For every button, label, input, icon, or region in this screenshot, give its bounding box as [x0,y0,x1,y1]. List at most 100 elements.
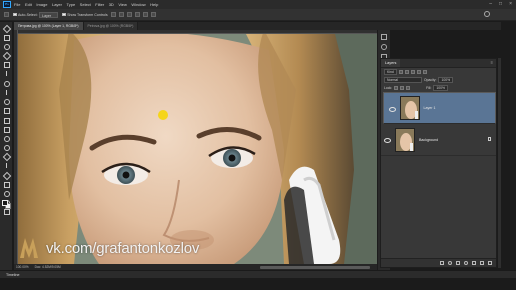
align-bottom-icon[interactable] [150,12,156,17]
path-select-icon[interactable] [3,171,10,178]
layers-panel-tabs: Layers [381,59,496,68]
filter-adjust-icon[interactable] [404,70,409,74]
move-tool-icon[interactable] [3,24,10,31]
visibility-eye-icon[interactable] [388,106,396,112]
kind-filter-dropdown[interactable]: Kind [384,69,397,75]
auto-select-option[interactable]: Auto-Select: Layer [13,11,59,18]
lock-row: Lock: Fill: 100% [381,84,496,92]
dodge-tool-icon[interactable] [3,144,10,152]
filter-smart-icon[interactable] [422,70,427,74]
color-panel-icon[interactable] [381,44,387,50]
menu-select[interactable]: Select [80,0,91,9]
pen-tool-icon[interactable] [3,153,10,160]
fill-label: Fill: [426,86,432,90]
panel-scrollbar[interactable] [498,58,501,268]
transform-checkbox[interactable] [62,12,66,17]
align-center-icon[interactable] [118,12,124,17]
foreground-color-swatch[interactable] [2,200,8,206]
minimize-icon[interactable]: – [489,1,492,8]
rectangle-tool-icon[interactable] [3,180,10,188]
hand-tool-icon[interactable] [3,190,10,198]
menu-layer[interactable]: Layer [52,0,62,9]
filter-type-icon[interactable] [410,70,415,74]
watermark: vk.com/grafantonkozlov [18,236,199,260]
visibility-eye-icon[interactable] [383,137,391,143]
filter-pixel-icon[interactable] [398,70,403,74]
type-tool-icon[interactable] [3,162,10,169]
tab-petrova-layer1[interactable]: Петрова.jpg @ 100% (Layer 1, RGB/8*) [14,22,84,30]
layer-row-background[interactable]: Background [381,124,496,156]
menu-3d[interactable]: 3D [109,0,114,9]
menu-image[interactable]: Image [36,0,47,9]
vertical-ruler[interactable] [14,30,18,264]
move-tool-icon[interactable] [4,12,9,17]
healing-brush-icon[interactable] [3,79,10,87]
menu-edit[interactable]: Edit [25,0,32,9]
eyedropper-tool-icon[interactable] [3,70,10,77]
brush-tool-icon[interactable] [3,89,10,96]
fx-icon[interactable] [448,261,452,265]
portrait-photo [14,30,377,264]
quick-select-tool-icon[interactable] [3,52,10,59]
layer-name[interactable]: Background [419,138,438,142]
lock-pixels-icon[interactable] [394,86,399,90]
auto-select-checkbox[interactable] [13,12,17,17]
app-logo: Ps [3,1,11,8]
move-tool-option [4,12,9,17]
layer-name[interactable]: Layer 1 [424,105,436,111]
clone-stamp-icon[interactable] [3,98,10,106]
layer-thumbnail [399,96,420,120]
align-right-icon[interactable] [126,12,132,17]
lock-icon [488,137,491,141]
layer-filter-row: Kind [381,68,496,76]
lock-position-icon[interactable] [400,86,405,90]
eraser-tool-icon[interactable] [3,116,10,124]
lasso-tool-icon[interactable] [3,43,10,51]
blend-row: Normal Opacity: 100% [381,76,496,84]
new-group-icon[interactable] [472,261,476,265]
transform-option[interactable]: Show Transform Controls [62,13,108,17]
layer-thumbnail [395,127,415,152]
link-layers-icon[interactable] [440,261,444,265]
new-layer-icon[interactable] [480,261,484,265]
delete-layer-icon[interactable] [488,261,492,265]
menu-view[interactable]: View [118,0,127,9]
opacity-field[interactable]: 100% [438,77,454,83]
auto-select-label: Auto-Select: [18,12,38,17]
gradient-tool-icon[interactable] [3,125,10,133]
add-mask-icon[interactable] [456,261,460,265]
tab-layers[interactable]: Layers [381,59,401,67]
close-icon[interactable]: × [509,1,512,8]
align-middle-icon[interactable] [142,12,148,17]
document-canvas[interactable] [14,30,377,264]
menu-help[interactable]: Help [150,0,158,9]
history-brush-icon[interactable] [3,107,10,115]
layers-footer [381,258,496,267]
maximize-icon[interactable]: □ [499,1,502,8]
opacity-label: Opacity: [424,78,437,82]
blend-mode-dropdown[interactable]: Normal [384,77,422,83]
tab-petrova[interactable]: Petrova.jpg @ 100% (RGB/8*) [83,22,139,30]
timeline-panel[interactable]: Timeline [0,270,516,278]
options-bar: Auto-Select: Layer Show Transform Contro… [0,9,516,21]
blur-tool-icon[interactable] [3,134,10,142]
align-left-icon[interactable] [110,12,116,17]
auto-select-dropdown[interactable]: Layer [39,11,59,18]
search-icon[interactable] [484,11,490,17]
menu-file[interactable]: File [14,0,20,9]
adjustment-layer-icon[interactable] [464,261,468,265]
fill-field[interactable]: 100% [433,85,449,91]
history-panel-icon[interactable] [381,34,387,40]
menu-type[interactable]: Type [67,0,76,9]
menu-filter[interactable]: Filter [95,0,104,9]
marquee-tool-icon[interactable] [3,33,10,41]
crop-tool-icon[interactable] [3,61,10,69]
panel-menu-icon[interactable]: ≡ [491,60,493,65]
align-top-icon[interactable] [134,12,140,17]
horizontal-scrollbar[interactable] [260,266,370,269]
menu-window[interactable]: Window [131,0,145,9]
horizontal-ruler[interactable] [14,30,377,34]
lock-all-icon[interactable] [406,86,411,90]
layer-row-layer-1[interactable]: Layer 1 [382,92,496,124]
filter-shape-icon[interactable] [416,70,421,74]
